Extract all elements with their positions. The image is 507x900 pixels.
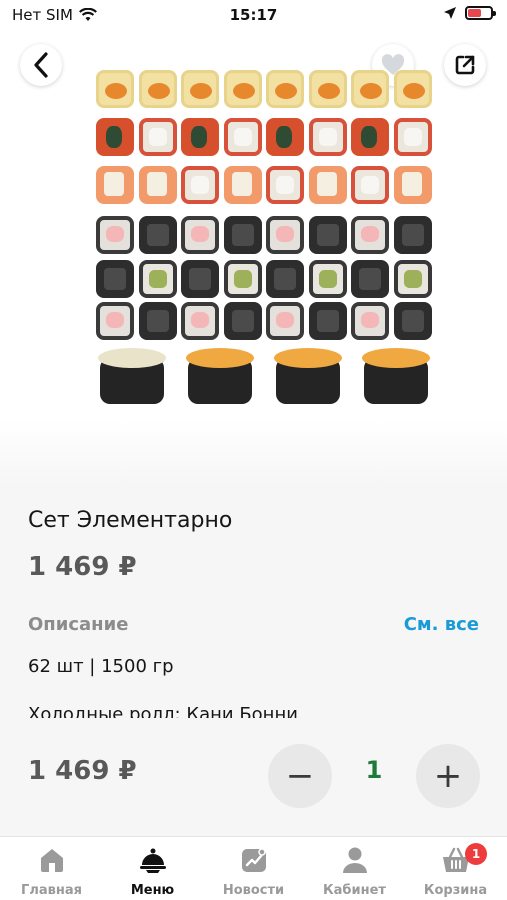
tab-bar: Главная Меню Новости Кабинет 1 Корзина	[0, 836, 507, 900]
cart-badge: 1	[465, 843, 487, 865]
tab-cart[interactable]: 1 Корзина	[405, 843, 506, 900]
share-button[interactable]	[444, 44, 486, 86]
order-price: 1 469 ₽	[28, 756, 137, 786]
tab-label: Корзина	[423, 883, 488, 898]
tab-label: Главная	[21, 883, 82, 898]
status-bar: Нет SIM 15:17	[0, 0, 507, 32]
tab-label: Новости	[222, 883, 285, 898]
external-link-icon	[455, 55, 475, 75]
tab-label: Меню	[130, 883, 175, 898]
sushi-row	[96, 70, 432, 108]
battery-icon	[465, 6, 496, 20]
product-image	[96, 68, 432, 408]
tab-cabinet[interactable]: Кабинет	[304, 845, 405, 900]
cloche-icon	[139, 848, 166, 873]
location-arrow-icon	[444, 7, 456, 19]
product-price: 1 469 ₽	[28, 552, 137, 582]
quantity-value: 1	[365, 756, 383, 784]
product-title: Сет Элементарно	[28, 508, 233, 533]
person-icon	[342, 847, 367, 873]
chevron-left-icon	[34, 52, 48, 78]
sushi-row	[96, 166, 432, 204]
tab-menu[interactable]: Меню	[102, 845, 203, 900]
sushi-row	[96, 216, 432, 254]
description-more-clip: Холодные ролл: Кани Бонни	[28, 694, 488, 720]
minus-icon: −	[285, 756, 315, 796]
sushi-row	[96, 302, 432, 340]
home-icon	[40, 849, 63, 872]
see-all-link[interactable]: См. все	[404, 614, 479, 635]
order-bar: 1 469 ₽ − 1 +	[0, 718, 507, 836]
back-button[interactable]	[20, 44, 62, 86]
tab-news[interactable]: Новости	[203, 845, 304, 900]
status-right	[443, 6, 496, 20]
gunkan-row	[96, 348, 432, 404]
description-label: Описание	[28, 614, 129, 635]
news-icon	[241, 848, 266, 872]
plus-icon: +	[433, 756, 463, 796]
description-text: 62 шт | 1500 гр	[28, 656, 174, 677]
product-details: Сет Элементарно 1 469 ₽ Описание См. все…	[0, 486, 507, 836]
tab-label: Кабинет	[323, 883, 386, 898]
tab-home[interactable]: Главная	[1, 845, 102, 900]
sushi-row	[96, 118, 432, 156]
sushi-row	[96, 260, 432, 298]
status-time: 15:17	[229, 6, 278, 24]
decrease-quantity-button[interactable]: −	[268, 744, 332, 808]
image-fade	[0, 420, 507, 486]
increase-quantity-button[interactable]: +	[416, 744, 480, 808]
